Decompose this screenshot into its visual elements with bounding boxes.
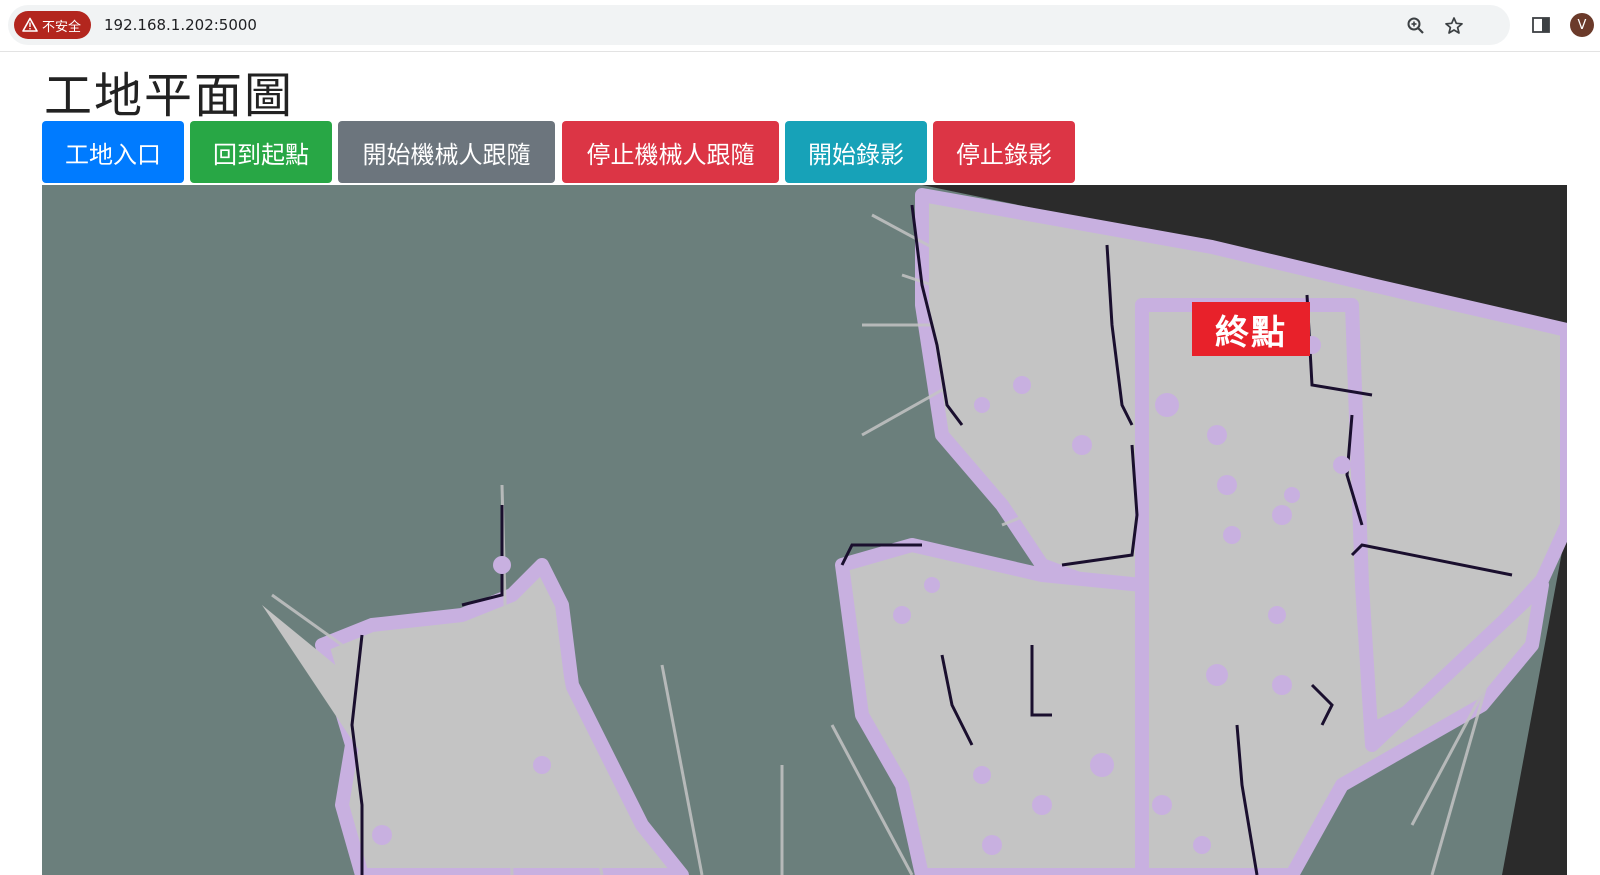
site-map[interactable]: 終點 — [42, 185, 1567, 875]
start-robot-follow-button[interactable]: 開始機械人跟隨 — [338, 121, 555, 183]
bookmark-star-icon[interactable] — [1444, 16, 1464, 36]
start-recording-button[interactable]: 開始錄影 — [785, 121, 927, 183]
zoom-icon[interactable] — [1406, 16, 1426, 36]
url-text[interactable]: 192.168.1.202:5000 — [104, 16, 257, 34]
side-panel-icon[interactable] — [1531, 15, 1551, 35]
page-title: 工地平面圖 — [44, 68, 295, 124]
stop-recording-button[interactable]: 停止錄影 — [933, 121, 1075, 183]
profile-avatar[interactable]: V — [1570, 13, 1594, 37]
goal-marker[interactable]: 終點 — [1192, 302, 1310, 356]
site-entrance-button[interactable]: 工地入口 — [42, 121, 184, 183]
security-indicator[interactable]: 不安全 — [14, 11, 92, 39]
return-to-start-button[interactable]: 回到起點 — [190, 121, 332, 183]
security-label: 不安全 — [42, 19, 82, 35]
occupancy-grid-map — [262, 185, 1567, 875]
warning-icon — [22, 17, 38, 32]
address-bar[interactable]: 不安全 192.168.1.202:5000 — [8, 5, 1510, 45]
stop-robot-follow-button[interactable]: 停止機械人跟隨 — [562, 121, 779, 183]
browser-toolbar: 不安全 192.168.1.202:5000 V — [0, 0, 1600, 52]
